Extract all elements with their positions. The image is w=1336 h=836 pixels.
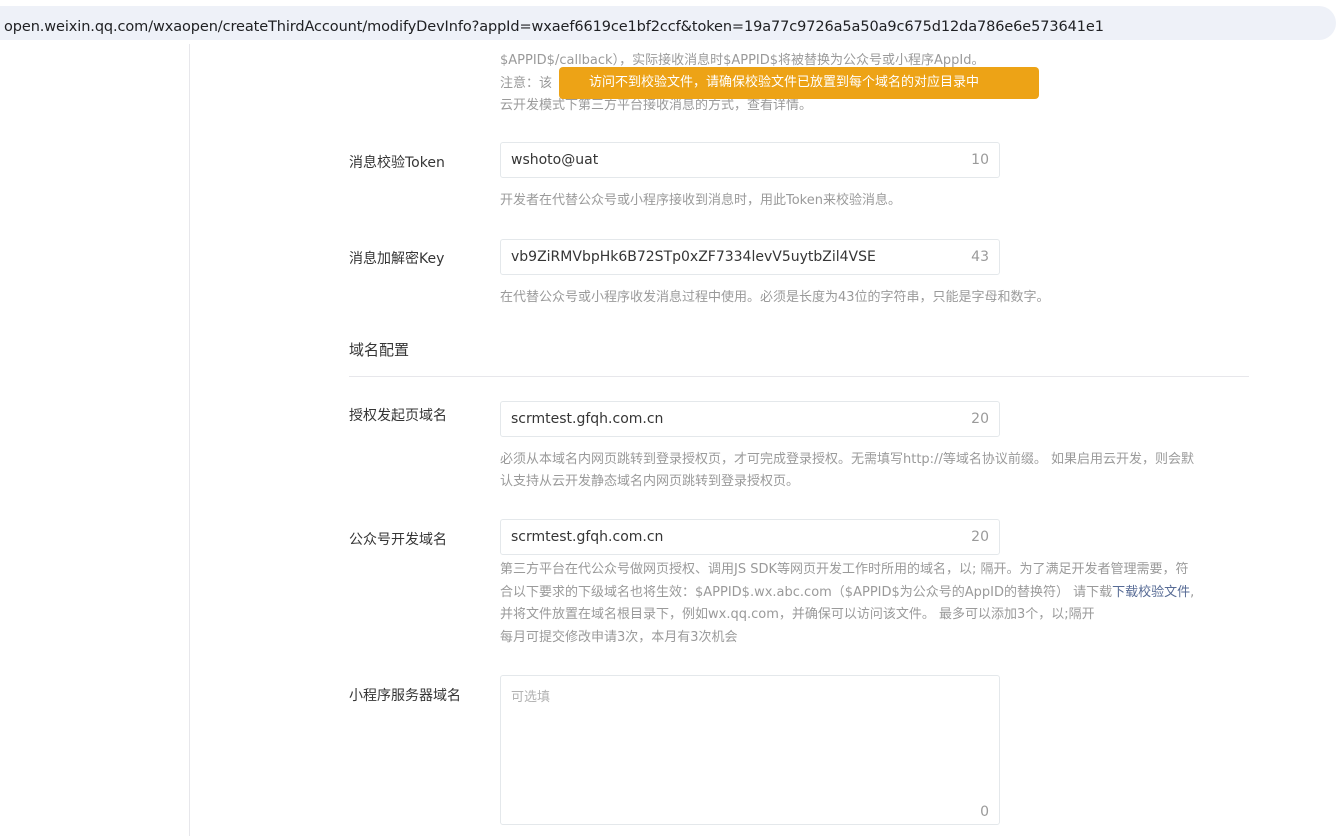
mp-domain-help-line1: 第三方平台在代公众号做网页授权、调用JS SDK等网页开发工作时所用的域名，以;… — [500, 562, 1189, 577]
aes-key-help: 在代替公众号或小程序收发消息过程中使用。必须是长度为43位的字符串，只能是字母和… — [500, 290, 1050, 305]
aes-key-label: 消息加解密Key — [349, 251, 445, 267]
mp-domain-help-line2-text: 合以下要求的下级域名也将生效：$APPID$.wx.abc.com（$APPID… — [500, 585, 1113, 600]
aes-key-char-count: 43 — [971, 249, 989, 265]
miniprogram-domain-placeholder: 可选填 — [511, 690, 551, 705]
left-sidebar-divider — [189, 44, 190, 836]
aes-key-input[interactable]: vb9ZiRMVbpHk6B72STp0xZF7334levV5uytbZil4… — [500, 239, 1000, 275]
miniprogram-domain-label: 小程序服务器域名 — [349, 688, 461, 704]
auth-domain-label: 授权发起页域名 — [349, 408, 447, 424]
auth-domain-input[interactable]: scrmtest.gfqh.com.cn 20 — [500, 401, 1000, 437]
miniprogram-domain-char-count: 0 — [980, 804, 989, 820]
token-char-count: 10 — [971, 152, 989, 168]
auth-domain-help-line2: 认支持从云开发静态域名内网页跳转到登录授权页。 — [500, 474, 800, 489]
section-divider — [349, 376, 1249, 377]
token-input-value[interactable]: wshoto@uat — [511, 152, 598, 168]
token-help: 开发者在代替公众号或小程序接收到消息时，用此Token来校验消息。 — [500, 193, 901, 208]
mp-domain-help-line2-tail: , — [1190, 585, 1195, 600]
aes-key-input-value[interactable]: vb9ZiRMVbpHk6B72STp0xZF7334levV5uytbZil4… — [511, 249, 876, 265]
mp-domain-input-value[interactable]: scrmtest.gfqh.com.cn — [511, 529, 663, 545]
mp-domain-quota-note: 每月可提交修改申请3次，本月有3次机会 — [500, 630, 738, 645]
attention-note-line: 注意：该 — [500, 76, 553, 91]
browser-address-bar[interactable]: open.weixin.qq.com/wxaopen/createThirdAc… — [0, 0, 1336, 44]
auth-domain-char-count: 20 — [971, 411, 989, 427]
callback-note-line: $APPID$/callback），实际接收消息时$APPID$将被替换为公众号… — [500, 53, 985, 68]
auth-domain-help-line1: 必须从本域名内网页跳转到登录授权页，才可完成登录授权。无需填写http://等域… — [500, 452, 1194, 467]
section-title-domain-config: 域名配置 — [349, 341, 410, 359]
token-input[interactable]: wshoto@uat 10 — [500, 142, 1000, 178]
error-toast-text: 访问不到校验文件，请确保校验文件已放置到每个域名的对应目录中 — [589, 75, 980, 90]
token-label: 消息校验Token — [349, 155, 445, 171]
mp-domain-input[interactable]: scrmtest.gfqh.com.cn 20 — [500, 519, 1000, 555]
download-verify-file-link[interactable]: 下载校验文件 — [1112, 585, 1190, 600]
url-pill[interactable]: open.weixin.qq.com/wxaopen/createThirdAc… — [0, 6, 1336, 40]
error-toast: 访问不到校验文件，请确保校验文件已放置到每个域名的对应目录中 — [559, 67, 1039, 99]
auth-domain-input-value[interactable]: scrmtest.gfqh.com.cn — [511, 411, 663, 427]
mp-domain-help-line3: 并将文件放置在域名根目录下，例如wx.qq.com，并确保可以访问该文件。 最多… — [500, 607, 1095, 622]
mp-domain-char-count: 20 — [971, 529, 989, 545]
mp-domain-label: 公众号开发域名 — [349, 532, 447, 548]
mp-domain-help-line2: 合以下要求的下级域名也将生效：$APPID$.wx.abc.com（$APPID… — [500, 581, 1194, 600]
miniprogram-domain-textarea[interactable]: 可选填 0 — [500, 675, 1000, 825]
url-text[interactable]: open.weixin.qq.com/wxaopen/createThirdAc… — [4, 19, 1104, 35]
